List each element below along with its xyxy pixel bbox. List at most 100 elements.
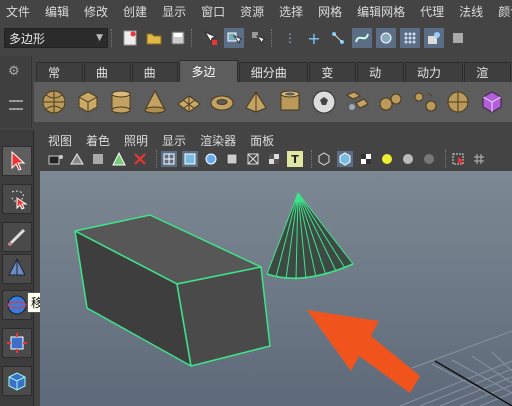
poly-cube-icon[interactable] [74, 88, 102, 116]
universal-manipulator-icon[interactable] [2, 366, 32, 396]
menu-display[interactable]: 显示 [156, 0, 195, 24]
tab-curves[interactable]: 曲线 [83, 62, 131, 100]
shelf-tab-bar: 常规 曲线 曲面 多边形 细分曲面 变形 动画 动力学 渲染 [36, 60, 512, 101]
panel-menu-view[interactable]: 视图 [48, 132, 72, 149]
poly-pipe-icon[interactable] [276, 88, 304, 116]
tab-dynamics[interactable]: 动力学 [404, 62, 464, 100]
wireframe-cube-icon[interactable] [316, 151, 332, 167]
panel-menu-lighting[interactable]: 照明 [124, 132, 148, 149]
menu-select[interactable]: 选择 [273, 0, 312, 24]
separator [156, 150, 158, 168]
shelf-menu-icon[interactable] [9, 100, 23, 110]
soccer-ball-icon[interactable] [310, 88, 338, 116]
poly-box-object[interactable] [74, 214, 271, 367]
shadows-icon[interactable] [421, 151, 437, 167]
polygon-shelf [34, 82, 512, 122]
poly-sphere-icon[interactable] [40, 88, 68, 116]
paint-select-tool-icon[interactable] [2, 222, 32, 252]
select-hierarchy-icon[interactable] [200, 28, 220, 48]
panel-menu-panels[interactable]: 面板 [250, 132, 274, 149]
default-material-icon[interactable] [224, 151, 240, 167]
poly-plane-icon[interactable] [175, 88, 203, 116]
snap-grid-icon[interactable]: ⋮ [280, 28, 300, 48]
scale-tool-icon[interactable] [2, 328, 32, 358]
panel-menu-renderer[interactable]: 渲染器 [200, 132, 236, 149]
ipr-render-icon[interactable] [448, 28, 468, 48]
snap-live-icon[interactable] [376, 28, 396, 48]
poly-torus-icon[interactable] [209, 88, 237, 116]
render-icon[interactable] [424, 28, 444, 48]
menu-set-value: 多边形 [9, 31, 46, 46]
panel-menu-show[interactable]: 显示 [162, 132, 186, 149]
camera-attributes-icon[interactable] [69, 151, 85, 167]
menu-set-dropdown[interactable]: 多边形 ▼ [4, 28, 108, 48]
status-line: 多边形 ▼ ⋮ + [0, 24, 512, 52]
menu-edit[interactable]: 编辑 [39, 0, 78, 24]
history-icon[interactable] [400, 28, 420, 48]
panel-toolbar: T [40, 149, 512, 169]
menu-edit-mesh[interactable]: 编辑网格 [351, 0, 414, 24]
default-light-icon[interactable] [379, 151, 395, 167]
poly-cone-icon[interactable] [141, 88, 169, 116]
toolbox [0, 130, 34, 406]
menu-normals[interactable]: 法线 [453, 0, 492, 24]
xray-icon[interactable] [245, 151, 261, 167]
tab-general[interactable]: 常规 [36, 62, 83, 100]
separator [445, 150, 447, 168]
image-plane-icon[interactable] [111, 151, 127, 167]
annotation-arrow [307, 310, 420, 393]
menu-modify[interactable]: 修改 [78, 0, 117, 24]
texture-icon[interactable] [266, 151, 282, 167]
tab-surfaces[interactable]: 曲面 [131, 62, 179, 100]
save-scene-icon[interactable] [168, 28, 188, 48]
select-component-icon[interactable] [248, 28, 268, 48]
isolate-select-icon[interactable] [450, 151, 466, 167]
snap-view-plane-icon[interactable] [352, 28, 372, 48]
menu-color[interactable]: 颜色 [492, 0, 512, 24]
poly-mesh-icon[interactable] [343, 88, 371, 116]
shaded-cube-icon[interactable] [337, 151, 353, 167]
menu-window[interactable]: 窗口 [195, 0, 234, 24]
smooth-shade-icon[interactable] [182, 151, 198, 167]
ground-grid [399, 330, 512, 406]
separator [271, 29, 273, 47]
smooth-icon[interactable] [445, 88, 473, 116]
menu-mesh[interactable]: 网格 [312, 0, 351, 24]
grid-toggle-icon[interactable] [471, 151, 487, 167]
text-icon[interactable]: T [287, 151, 303, 167]
snap-curve-icon[interactable]: + [304, 28, 324, 48]
snap-point-icon[interactable] [328, 28, 348, 48]
move-tool-icon[interactable] [2, 254, 32, 284]
poly-cone-object[interactable] [266, 191, 354, 281]
gear-icon[interactable]: ⚙ [8, 64, 20, 79]
menu-file[interactable]: 文件 [0, 0, 39, 24]
separate-icon[interactable] [411, 88, 439, 116]
tab-deformation[interactable]: 变形 [309, 62, 357, 100]
panel-menu-shading[interactable]: 着色 [86, 132, 110, 149]
shade-wire-icon[interactable] [203, 151, 219, 167]
poly-pyramid-icon[interactable] [242, 88, 270, 116]
select-object-icon[interactable] [224, 28, 244, 48]
tab-subdivs[interactable]: 细分曲面 [238, 62, 309, 100]
open-scene-icon[interactable] [144, 28, 164, 48]
combine-icon[interactable] [377, 88, 405, 116]
menu-assets[interactable]: 资源 [234, 0, 273, 24]
wireframe-icon[interactable] [161, 151, 177, 167]
menu-create[interactable]: 创建 [117, 0, 156, 24]
poly-box-icon[interactable] [478, 88, 506, 116]
textured-cube-icon[interactable] [358, 151, 374, 167]
tab-polygons[interactable]: 多边形 [179, 60, 238, 101]
bookmark-icon[interactable] [90, 151, 106, 167]
viewport-perspective[interactable] [40, 171, 512, 406]
new-scene-icon[interactable] [120, 28, 140, 48]
tab-rendering[interactable]: 渲染 [464, 62, 512, 100]
menu-proxy[interactable]: 代理 [414, 0, 453, 24]
tab-animation[interactable]: 动画 [357, 62, 404, 100]
camera-select-icon[interactable] [48, 151, 64, 167]
lasso-tool-icon[interactable] [2, 184, 32, 214]
select-tool-icon[interactable] [2, 146, 32, 176]
all-lights-icon[interactable] [400, 151, 416, 167]
two-d-pan-icon[interactable] [132, 151, 148, 167]
panel-menu-bar: 视图 着色 照明 显示 渲染器 面板 [40, 131, 512, 149]
poly-cylinder-icon[interactable] [107, 88, 135, 116]
